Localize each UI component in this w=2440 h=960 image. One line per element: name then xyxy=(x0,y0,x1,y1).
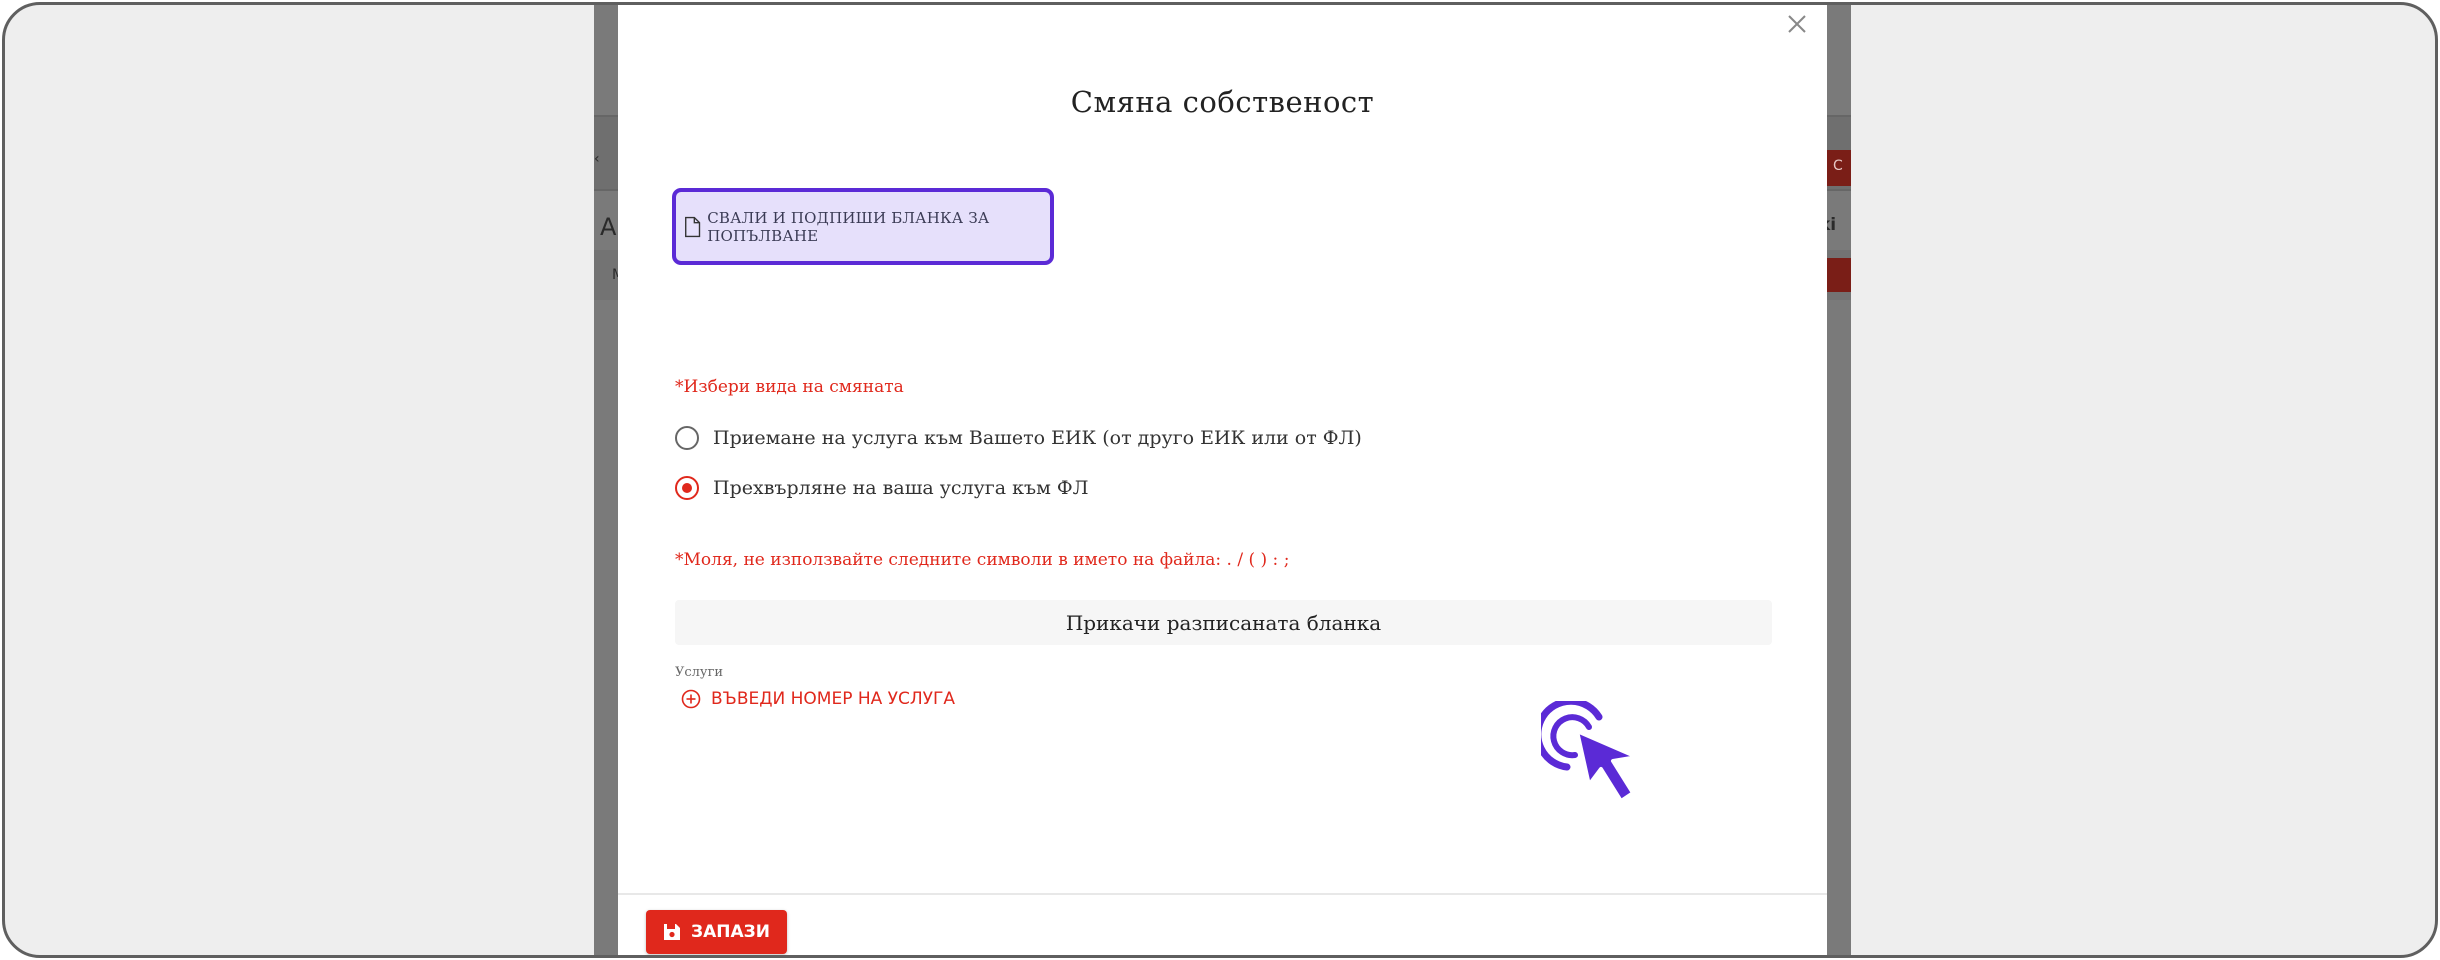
filename-hint: *Моля, не използвайте следните символи в… xyxy=(675,550,1290,570)
background-chevron: ‹ xyxy=(594,151,600,167)
floppy-disk-icon xyxy=(664,924,681,940)
add-service-number-button[interactable]: ВЪВЕДИ НОМЕР НА УСЛУГА xyxy=(681,689,955,709)
radio-transfer-service-label: Прехвърляне на ваша услуга към ФЛ xyxy=(713,477,1089,499)
upload-signed-form-label: Прикачи разписаната бланка xyxy=(1065,610,1382,635)
add-service-number-label: ВЪВЕДИ НОМЕР НА УСЛУГА xyxy=(711,689,956,709)
footer-divider xyxy=(618,893,1827,895)
change-ownership-modal: Смяна собственост СВАЛИ И ПОДПИШИ БЛАНКА… xyxy=(618,5,1827,955)
save-button[interactable]: ЗАПАЗИ xyxy=(646,910,787,954)
plus-circle-icon xyxy=(681,689,701,709)
services-label: Услуги xyxy=(675,665,724,680)
download-form-label: СВАЛИ И ПОДПИШИ БЛАНКА ЗА ПОПЪЛВАНЕ xyxy=(707,208,990,245)
close-icon xyxy=(1788,15,1806,33)
modal-title: Смяна собственост xyxy=(1070,85,1375,119)
screen-frame: ‹ А М С ki Смяна собственост СВАЛИ И ПОД… xyxy=(2,2,2438,958)
choose-type-hint: *Избери вида на смяната xyxy=(675,377,904,397)
download-form-button[interactable]: СВАЛИ И ПОДПИШИ БЛАНКА ЗА ПОПЪЛВАНЕ xyxy=(672,188,1054,265)
close-button[interactable] xyxy=(1782,9,1812,39)
save-button-label: ЗАПАЗИ xyxy=(691,922,770,942)
click-pointer-icon xyxy=(1541,701,1639,803)
background-heading-fragment: А xyxy=(600,213,617,241)
radio-accept-service-circle[interactable] xyxy=(675,426,699,450)
radio-transfer-service[interactable]: Прехвърляне на ваша услуга към ФЛ xyxy=(675,476,1089,500)
radio-accept-service-label: Приемане на услуга към Вашето ЕИК (от др… xyxy=(713,427,1362,449)
file-icon xyxy=(685,216,701,237)
radio-accept-service[interactable]: Приемане на услуга към Вашето ЕИК (от др… xyxy=(675,426,1362,450)
upload-signed-form-button[interactable]: Прикачи разписаната бланка xyxy=(675,600,1772,645)
radio-transfer-service-circle[interactable] xyxy=(675,476,699,500)
